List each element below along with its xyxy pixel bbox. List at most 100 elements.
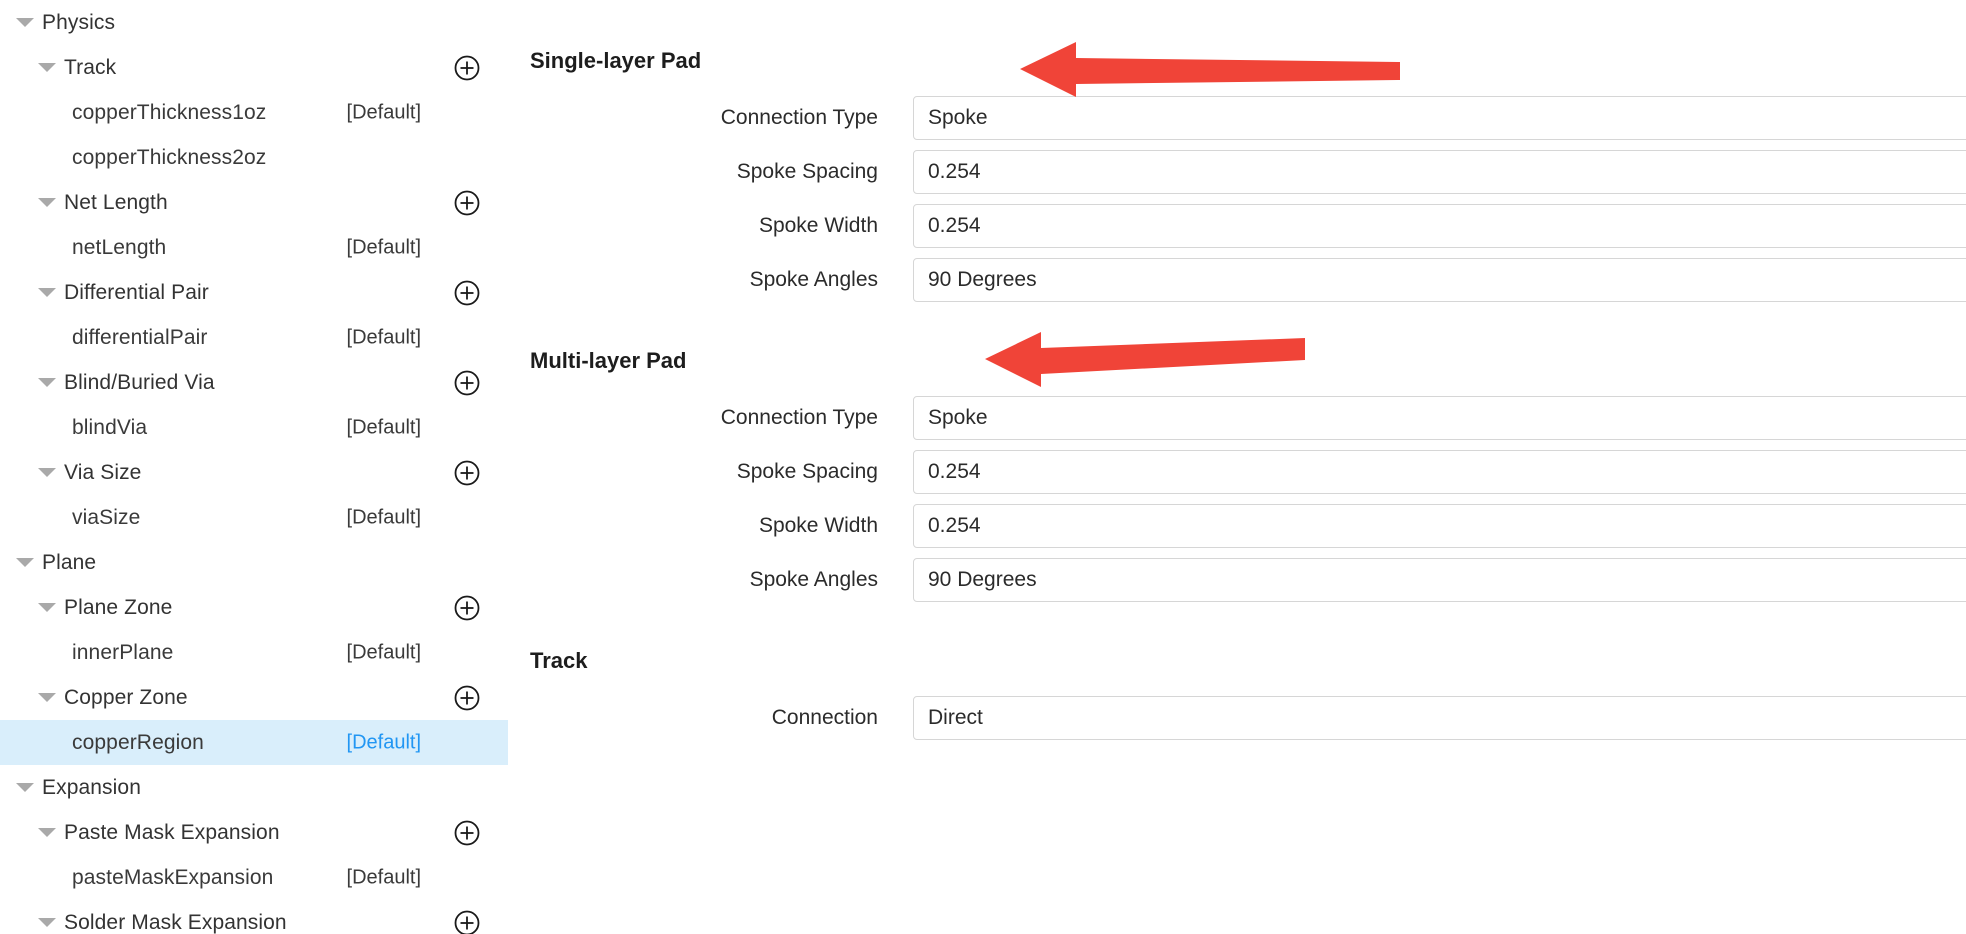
triangle-down-icon[interactable] bbox=[16, 783, 34, 792]
tree-item-label: blindVia bbox=[72, 415, 148, 439]
tree-item-label: Plane bbox=[42, 550, 97, 574]
field-label: Connection Type bbox=[720, 406, 878, 429]
field-label: Spoke Spacing bbox=[736, 160, 878, 183]
tree-item-physics[interactable]: Physics bbox=[0, 0, 508, 45]
plus-circle-icon[interactable] bbox=[454, 910, 480, 934]
field-value: Spoke bbox=[928, 406, 988, 429]
tree-item-copperthickness2oz[interactable]: copperThickness2oz bbox=[0, 135, 508, 180]
tree-item-track[interactable]: Track bbox=[0, 45, 508, 90]
default-tag: [Default] bbox=[346, 641, 421, 663]
plus-circle-icon[interactable] bbox=[454, 685, 480, 711]
triangle-down-icon[interactable] bbox=[38, 468, 56, 477]
select-connection[interactable]: Direct bbox=[913, 696, 1966, 740]
triangle-down-icon[interactable] bbox=[38, 828, 56, 837]
select-connection-type[interactable]: Spoke bbox=[913, 96, 1966, 140]
tree-item-copperthickness1oz[interactable]: copperThickness1oz [Default] bbox=[0, 90, 508, 135]
field-label: Spoke Spacing bbox=[736, 460, 878, 483]
tree-item-plane[interactable]: Plane bbox=[0, 540, 508, 585]
tree-item-label: innerPlane bbox=[72, 640, 174, 664]
rule-properties-panel: Single-layer Pad Connection Type Spoke Spok… bbox=[508, 0, 1966, 934]
field-label: Spoke Width bbox=[758, 514, 878, 537]
input-spoke-width[interactable]: 0.254 bbox=[913, 504, 1966, 548]
triangle-down-icon[interactable] bbox=[38, 63, 56, 72]
design-rules-tree-panel[interactable]: Physics Track copperThickness1oz [Default] c… bbox=[0, 0, 508, 934]
tree-item-differentialpair[interactable]: differentialPair [Default] bbox=[0, 315, 508, 360]
tree-item-solder-mask-expansion[interactable]: Solder Mask Expansion bbox=[0, 900, 508, 934]
plus-circle-icon[interactable] bbox=[454, 370, 480, 396]
plus-circle-icon[interactable] bbox=[454, 280, 480, 306]
tree-item-label: Paste Mask Expansion bbox=[64, 820, 280, 844]
form-row: Spoke Spacing 0.254 bbox=[508, 450, 1966, 494]
triangle-down-icon[interactable] bbox=[38, 198, 56, 207]
field-value: 0.254 bbox=[928, 460, 981, 483]
tree-item-plane-zone[interactable]: Plane Zone bbox=[0, 585, 508, 630]
tree-item-differential-pair[interactable]: Differential Pair bbox=[0, 270, 508, 315]
tree-item-viasize[interactable]: viaSize [Default] bbox=[0, 495, 508, 540]
select-connection-type[interactable]: Spoke bbox=[913, 396, 1966, 440]
tree-item-paste-mask-expansion[interactable]: Paste Mask Expansion bbox=[0, 810, 508, 855]
triangle-down-icon[interactable] bbox=[38, 288, 56, 297]
tree-item-label: differentialPair bbox=[72, 325, 208, 349]
plus-circle-icon[interactable] bbox=[454, 460, 480, 486]
tree-item-label: copperThickness2oz bbox=[72, 145, 267, 169]
form-row: Spoke Width 0.254 bbox=[508, 504, 1966, 548]
tree-item-label: Track bbox=[64, 55, 117, 79]
plus-circle-icon[interactable] bbox=[454, 820, 480, 846]
tree-item-net-length[interactable]: Net Length bbox=[0, 180, 508, 225]
select-spoke-angles[interactable]: 90 Degrees bbox=[913, 558, 1966, 602]
tree-item-blind-buried-via[interactable]: Blind/Buried Via bbox=[0, 360, 508, 405]
tree-item-label: viaSize bbox=[72, 505, 141, 529]
form-row: Spoke Angles 90 Degrees bbox=[508, 558, 1966, 602]
field-value: 90 Degrees bbox=[928, 268, 1037, 291]
plus-circle-icon-svg bbox=[454, 55, 480, 80]
plus-circle-icon[interactable] bbox=[454, 55, 480, 81]
field-label: Spoke Width bbox=[758, 214, 878, 237]
tree-item-copperregion[interactable]: copperRegion [Default] bbox=[0, 720, 508, 765]
field-label: Spoke Angles bbox=[749, 568, 878, 591]
triangle-down-icon[interactable] bbox=[16, 18, 34, 27]
tree-item-copper-zone[interactable]: Copper Zone bbox=[0, 675, 508, 720]
section-title-multi-layer-pad: Multi-layer Pad bbox=[530, 348, 687, 373]
tree-item-label: Physics bbox=[42, 10, 116, 34]
tree-item-via-size[interactable]: Via Size bbox=[0, 450, 508, 495]
triangle-down-icon[interactable] bbox=[38, 378, 56, 387]
plus-circle-icon-svg bbox=[454, 460, 480, 485]
field-value: 90 Degrees bbox=[928, 568, 1037, 591]
form-row: Spoke Angles 90 Degrees bbox=[508, 258, 1966, 302]
select-spoke-angles[interactable]: 90 Degrees bbox=[913, 258, 1966, 302]
triangle-down-icon[interactable] bbox=[38, 918, 56, 927]
form-row: Connection Direct bbox=[508, 696, 1966, 740]
settings-window: Physics Track copperThickness1oz [Default] c… bbox=[0, 0, 1966, 934]
plus-circle-icon-svg bbox=[454, 820, 480, 845]
plus-circle-icon-svg bbox=[454, 280, 480, 305]
triangle-down-icon[interactable] bbox=[38, 603, 56, 612]
tree-item-label: copperThickness1oz bbox=[72, 100, 267, 124]
input-spoke-width[interactable]: 0.254 bbox=[913, 204, 1966, 248]
tree-item-pastemaskexpansion[interactable]: pasteMaskExpansion [Default] bbox=[0, 855, 508, 900]
tree-item-netlength[interactable]: netLength [Default] bbox=[0, 225, 508, 270]
triangle-down-icon[interactable] bbox=[38, 693, 56, 702]
default-tag: [Default] bbox=[346, 506, 421, 528]
field-label: Connection bbox=[771, 706, 878, 729]
tree-item-innerplane[interactable]: innerPlane [Default] bbox=[0, 630, 508, 675]
form-row: Connection Type Spoke bbox=[508, 96, 1966, 140]
field-value: 0.254 bbox=[928, 160, 981, 183]
tree-item-label: netLength bbox=[72, 235, 167, 259]
input-spoke-spacing[interactable]: 0.254 bbox=[913, 450, 1966, 494]
plus-circle-icon[interactable] bbox=[454, 190, 480, 216]
section-title-track: Track bbox=[530, 648, 588, 673]
input-spoke-spacing[interactable]: 0.254 bbox=[913, 150, 1966, 194]
default-tag: [Default] bbox=[346, 866, 421, 888]
tree-item-expansion[interactable]: Expansion bbox=[0, 765, 508, 810]
triangle-down-icon[interactable] bbox=[16, 558, 34, 567]
field-value: 0.254 bbox=[928, 514, 981, 537]
plus-circle-icon-svg bbox=[454, 910, 480, 934]
field-value: Direct bbox=[928, 706, 983, 729]
field-value: 0.254 bbox=[928, 214, 981, 237]
form-row: Spoke Width 0.254 bbox=[508, 204, 1966, 248]
tree-item-blindvia[interactable]: blindVia [Default] bbox=[0, 405, 508, 450]
plus-circle-icon[interactable] bbox=[454, 595, 480, 621]
tree-item-label: Net Length bbox=[64, 190, 168, 214]
default-tag: [Default] bbox=[346, 326, 421, 348]
tree-item-label: Differential Pair bbox=[64, 280, 209, 304]
